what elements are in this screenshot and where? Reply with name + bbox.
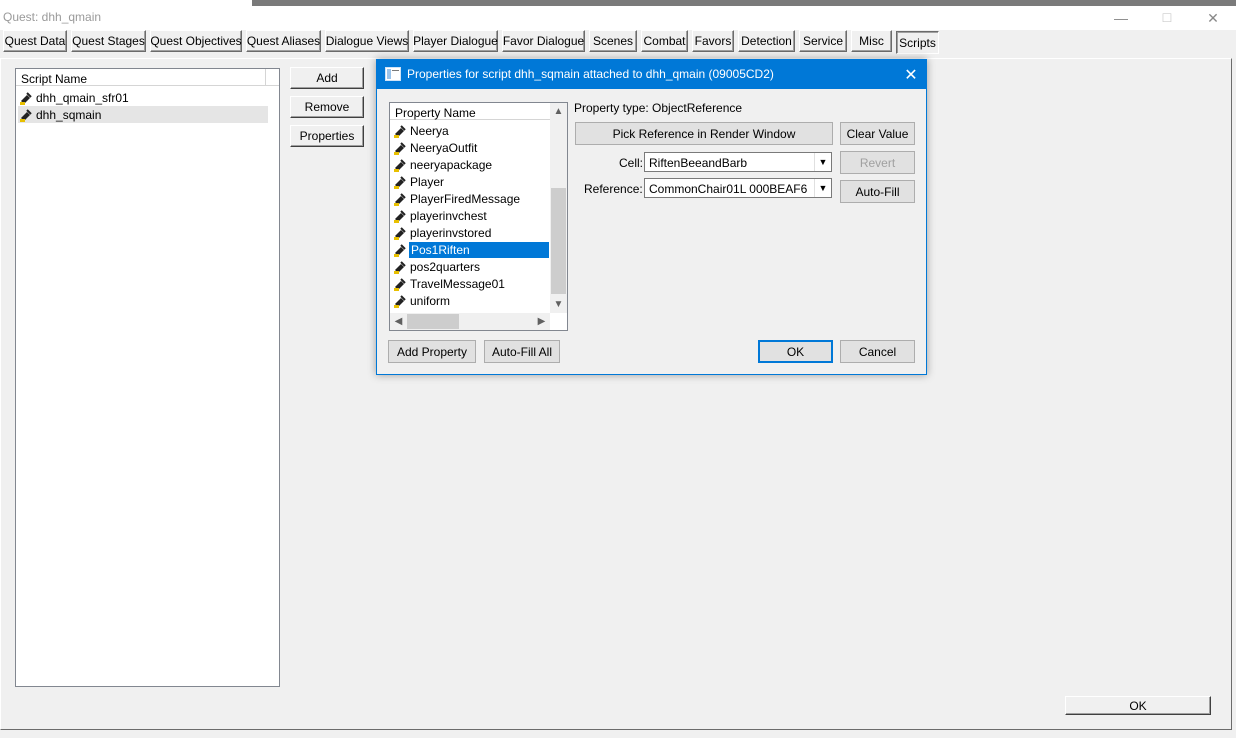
minimize-button[interactable]: — [1098,6,1144,30]
property-row[interactable]: pos2quarters [392,258,549,275]
clear-value-button[interactable]: Clear Value [840,122,915,145]
property-name: Neerya [410,123,449,138]
reference-label: Reference: [584,182,643,196]
property-icon [394,175,406,189]
script-name: dhh_qmain_sfr01 [36,90,129,105]
property-list-vertical-scrollbar[interactable]: ▲ ▼ [550,103,567,313]
script-icon [20,108,32,122]
reference-value: CommonChair01L 000BEAF6 [649,182,808,196]
tab-player-dialogue[interactable]: Player Dialogue [413,30,498,52]
script-list[interactable]: Script Name dhh_qmain_sfr01 dhh_sqmain [15,68,280,687]
cell-value: RiftenBeeandBarb [649,156,748,170]
ok-button[interactable]: OK [1065,696,1211,715]
chevron-down-icon[interactable]: ▼ [814,153,831,171]
property-list[interactable]: Property Name Neerya NeeryaOutfit neeryapa… [389,102,568,331]
tab-quest-objectives[interactable]: Quest Objectives [150,30,242,52]
property-icon [394,141,406,155]
property-icon [394,124,406,138]
property-name: playerinvstored [410,225,492,240]
property-row[interactable]: PlayerFiredMessage [392,190,549,207]
property-name: uniform [410,293,451,308]
chevron-down-icon[interactable]: ▼ [814,179,831,197]
property-icon [394,294,406,308]
property-name: NeeryaOutfit [410,140,478,155]
property-row[interactable]: NeeryaOutfit [392,139,549,156]
reference-dropdown[interactable]: CommonChair01L 000BEAF6 ▼ [644,178,832,198]
cell-label: Cell: [619,156,644,170]
scroll-left-arrow-icon[interactable]: ◀ [390,313,407,330]
property-type-label: Property type: ObjectReference [574,101,743,115]
properties-dialog: Properties for script dhh_sqmain attache… [376,59,927,375]
property-name: PlayerFiredMessage [410,191,521,206]
property-row[interactable]: TravelMessage01 [392,275,549,292]
tab-favor-dialogue[interactable]: Favor Dialogue [502,30,585,52]
tab-dialogue-views[interactable]: Dialogue Views [325,30,409,52]
dialog-close-icon[interactable]: ✕ [896,60,926,89]
tab-misc[interactable]: Misc [851,30,892,52]
property-icon [394,260,406,274]
remove-script-button[interactable]: Remove [290,96,364,118]
auto-fill-all-button[interactable]: Auto-Fill All [484,340,560,363]
pick-reference-button[interactable]: Pick Reference in Render Window [575,122,833,145]
property-icon [394,209,406,223]
property-icon [394,243,406,257]
property-name: neeryapackage [410,157,493,172]
scrollbar-thumb[interactable] [407,314,459,329]
add-script-button[interactable]: Add [290,67,364,89]
window-bottom-edge [0,730,1236,738]
dialog-cancel-button[interactable]: Cancel [840,340,915,363]
property-row[interactable]: playerinvstored [392,224,549,241]
window-titlebar: Quest: dhh_qmain — ☐ ✕ [0,6,1236,30]
tab-detection[interactable]: Detection [738,30,795,52]
list-item[interactable]: dhh_sqmain [18,106,268,123]
cell-dropdown[interactable]: RiftenBeeandBarb ▼ [644,152,832,172]
property-row[interactable]: uniform [392,292,549,309]
maximize-button[interactable]: ☐ [1144,6,1190,30]
property-list-header[interactable]: Property Name [390,103,550,120]
script-icon [20,91,32,105]
property-icon [394,158,406,172]
script-name: dhh_sqmain [36,107,102,122]
close-button[interactable]: ✕ [1190,6,1236,30]
tab-scripts[interactable]: Scripts [896,31,939,54]
auto-fill-button[interactable]: Auto-Fill [840,180,915,203]
script-list-header[interactable]: Script Name [16,69,279,86]
window-title: Quest: dhh_qmain [3,10,102,24]
revert-button[interactable]: Revert [840,151,915,174]
tab-quest-stages[interactable]: Quest Stages [71,30,146,52]
scrollbar-thumb[interactable] [551,188,566,294]
scroll-down-arrow-icon[interactable]: ▼ [550,296,567,313]
dialog-title: Properties for script dhh_sqmain attache… [407,67,774,81]
property-icon [394,226,406,240]
dialog-ok-button[interactable]: OK [758,340,833,363]
property-row[interactable]: Neerya [392,122,549,139]
script-properties-button[interactable]: Properties [290,125,364,147]
tab-service[interactable]: Service [799,30,847,52]
tab-favors[interactable]: Favors [692,30,734,52]
property-name-column-header: Property Name [395,106,476,120]
property-row[interactable]: neeryapackage [392,156,549,173]
property-icon [394,192,406,206]
property-row[interactable]: playerinvchest [392,207,549,224]
list-item[interactable]: dhh_qmain_sfr01 [18,89,268,106]
property-name: playerinvchest [410,208,487,223]
property-list-horizontal-scrollbar[interactable]: ◀ ▶ [390,313,550,330]
property-name: TravelMessage01 [410,276,505,291]
dialog-titlebar: Properties for script dhh_sqmain attache… [377,60,926,89]
property-icon [394,277,406,291]
tab-combat[interactable]: Combat [641,30,688,52]
tab-quest-aliases[interactable]: Quest Aliases [246,30,321,52]
property-name: Pos1Riften [409,241,549,258]
scroll-right-arrow-icon[interactable]: ▶ [533,313,550,330]
tab-scenes[interactable]: Scenes [589,30,637,52]
property-row[interactable]: Pos1Riften [392,241,549,258]
property-row[interactable]: Player [392,173,549,190]
add-property-button[interactable]: Add Property [388,340,476,363]
dialog-window-icon [385,67,401,81]
property-name: Player [410,174,445,189]
property-name: pos2quarters [410,259,481,274]
script-name-column-header: Script Name [21,72,88,86]
scroll-up-arrow-icon[interactable]: ▲ [550,103,567,120]
tab-quest-data[interactable]: Quest Data [3,30,67,52]
